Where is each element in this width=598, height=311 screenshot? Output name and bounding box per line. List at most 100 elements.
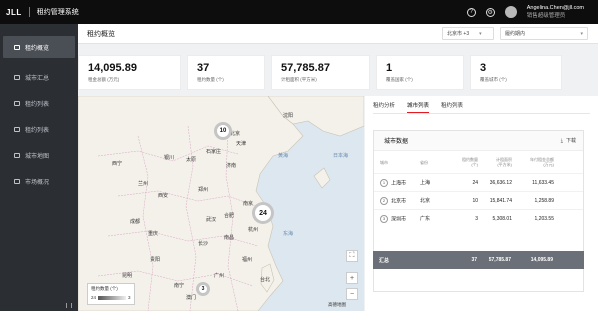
top-bar: JLL 租约管理系统 ? ⚙ Angelina.Chen@jll.com 销售超… bbox=[0, 0, 598, 24]
cell-rent: 1,203.55 bbox=[534, 215, 554, 222]
map-cluster-marker[interactable]: 24 bbox=[252, 202, 274, 224]
map-cluster-marker[interactable]: 10 bbox=[214, 122, 232, 140]
map-label: 重庆 bbox=[148, 231, 159, 237]
map-label: 郑州 bbox=[198, 187, 209, 193]
period-filter-select[interactable]: 履约期内 ▾ bbox=[500, 27, 588, 40]
table-total-row: 汇总 37 57,785.87 14,095.89 bbox=[373, 251, 584, 269]
kpi-card-area: 57,785.87 计租面积 (平方米) bbox=[271, 55, 370, 90]
map-label: 济南 bbox=[226, 163, 237, 169]
gear-icon[interactable]: ⚙ bbox=[485, 7, 495, 17]
city-filter-select[interactable]: 北京市 +3 ▾ bbox=[442, 27, 494, 40]
chevron-down-icon: ▾ bbox=[580, 30, 583, 37]
legend-min: 3 bbox=[128, 295, 131, 300]
map-label: 杭州 bbox=[248, 227, 259, 233]
cell-city: 深圳市 bbox=[391, 216, 407, 222]
legend-title: 租约数量 (个) bbox=[91, 286, 118, 291]
sidebar-item-overview[interactable]: 租约概览 bbox=[3, 36, 75, 58]
map-label: 西宁 bbox=[112, 161, 123, 167]
kpi-value: 57,785.87 bbox=[281, 62, 330, 74]
tab-lease-analysis[interactable]: 租约分析 bbox=[373, 101, 395, 113]
sidebar-item-city-map[interactable]: 城市地图 bbox=[0, 144, 78, 166]
avatar[interactable] bbox=[504, 6, 517, 18]
system-title: 租约管理系统 bbox=[36, 9, 79, 16]
map-label: 长沙 bbox=[198, 241, 209, 247]
legend-max: 24 bbox=[91, 295, 97, 300]
sidebar-item-label: 市场概况 bbox=[25, 179, 50, 186]
collapse-sidebar-icon[interactable] bbox=[66, 303, 72, 308]
zoom-in-button[interactable]: + bbox=[346, 272, 358, 284]
map-cluster-count: 24 bbox=[259, 209, 267, 217]
tab-lease-list[interactable]: 租约列表 bbox=[441, 101, 463, 113]
kpi-label: 租约数量 (个) bbox=[197, 77, 224, 82]
cell-area: 15,841.74 bbox=[489, 197, 512, 204]
sidebar-item-lease-list[interactable]: 租约列表 bbox=[0, 92, 78, 114]
sidebar-item-label: 城市汇总 bbox=[25, 75, 50, 82]
kpi-label: 覆盖城市 (个) bbox=[480, 77, 507, 82]
kpi-cards: 14,095.89 租金总额 (万元) 37 租约数量 (个) 57,785.8… bbox=[78, 55, 598, 90]
sidebar-item-label: 租约概览 bbox=[25, 45, 50, 52]
table-row[interactable]: 3 深圳市 广东 3 5,308.01 1,203.55 bbox=[374, 209, 583, 227]
total-area: 57,785.87 bbox=[488, 257, 511, 263]
main-content: 租约概览 北京市 +3 ▾ 履约期内 ▾ 14,095.89 租金总额 (万元)… bbox=[78, 24, 598, 311]
sidebar: 租约概览 城市汇总 租约列表 租约列表 城市地图 市场概况 bbox=[0, 24, 78, 311]
kpi-value: 3 bbox=[480, 62, 487, 74]
kpi-value: 14,095.89 bbox=[88, 62, 137, 74]
column-header[interactable]: 租约数量 (个) bbox=[454, 157, 478, 167]
map-label: 黄海 bbox=[278, 153, 289, 159]
cell-province: 北京 bbox=[420, 198, 431, 204]
city-filter-count: +3 bbox=[463, 31, 470, 37]
analysis-panel: 租约分析 城市列表 租约列表 城市数据 ⤓ 下载 城市 省份 租约数量 (个) 计… bbox=[365, 96, 598, 311]
total-count: 37 bbox=[471, 257, 477, 263]
map-label: 昆明 bbox=[122, 273, 133, 279]
tab-city-list[interactable]: 城市列表 bbox=[407, 101, 430, 113]
cell-rent: 11,633.45 bbox=[532, 179, 554, 186]
market-icon bbox=[14, 178, 20, 184]
map-cluster-count: 3 bbox=[201, 286, 205, 292]
fullscreen-button[interactable]: ⛶ bbox=[346, 250, 358, 262]
map-label: 南昌 bbox=[224, 235, 235, 241]
sidebar-item-market[interactable]: 市场概况 bbox=[0, 170, 78, 192]
map-brand: 高德地图 bbox=[328, 302, 346, 307]
download-icon: ⤓ bbox=[560, 137, 563, 144]
kpi-card-cities: 3 覆盖城市 (个) bbox=[470, 55, 562, 90]
sidebar-item-city-summary[interactable]: 城市汇总 bbox=[0, 66, 78, 88]
map-cluster-count: 10 bbox=[219, 128, 227, 134]
cell-city: 上海市 bbox=[391, 180, 407, 186]
sidebar-item-label: 租约列表 bbox=[25, 101, 50, 108]
rank-badge: 3 bbox=[380, 214, 388, 223]
cell-city: 北京市 bbox=[391, 198, 407, 204]
chevron-down-icon: ▾ bbox=[479, 30, 482, 37]
logo-text: JLL bbox=[6, 7, 22, 17]
download-label: 下载 bbox=[565, 138, 576, 144]
map-label: 银川 bbox=[164, 155, 175, 161]
overview-icon bbox=[14, 44, 20, 50]
help-icon[interactable]: ? bbox=[466, 7, 476, 17]
map-label: 南京 bbox=[243, 201, 254, 207]
page-title: 租约概览 bbox=[87, 30, 115, 38]
map-label: 太原 bbox=[186, 157, 197, 163]
table-header: 城市 省份 租约数量 (个) 计租面积 (平方米) 年付租金总额 (万元) bbox=[374, 151, 583, 173]
city-data-table: 城市数据 ⤓ 下载 城市 省份 租约数量 (个) 计租面积 (平方米) 年付租金总额… bbox=[373, 130, 584, 292]
table-row[interactable]: 2 北京市 北京 10 15,841.74 1,258.89 bbox=[374, 191, 583, 209]
divider bbox=[28, 7, 30, 17]
map-label: 兰州 bbox=[138, 181, 149, 187]
page-header: 租约概览 北京市 +3 ▾ 履约期内 ▾ bbox=[78, 24, 598, 44]
user-menu[interactable]: Angelina.Chen@jll.com 销售超级管理员 bbox=[527, 4, 584, 20]
column-header[interactable]: 省份 bbox=[420, 160, 454, 165]
kpi-value: 1 bbox=[386, 62, 393, 74]
column-header[interactable]: 年付租金总额 (万元) bbox=[512, 157, 554, 167]
map-label: 南宁 bbox=[174, 283, 185, 289]
china-map[interactable]: 沈阳 北京 天津 石家庄 太原 济南 西宁 银川 兰州 西安 郑州 合肥 南京 … bbox=[78, 96, 364, 311]
column-header[interactable]: 城市 bbox=[380, 160, 420, 165]
map-cluster-marker[interactable]: 3 bbox=[196, 282, 210, 296]
table-row[interactable]: 1 上海市 上海 24 36,636.12 11,633.45 bbox=[374, 173, 583, 191]
sidebar-item-label: 租约列表 bbox=[25, 127, 50, 134]
logo[interactable]: JLL 租约管理系统 bbox=[6, 7, 79, 17]
kpi-value: 37 bbox=[197, 62, 210, 74]
download-button[interactable]: ⤓ 下载 bbox=[560, 137, 576, 145]
cell-rent: 1,258.89 bbox=[534, 197, 554, 204]
zoom-out-button[interactable]: − bbox=[346, 288, 358, 300]
sidebar-item-lease-list-2[interactable]: 租约列表 bbox=[0, 118, 78, 140]
cell-area: 5,308.01 bbox=[492, 215, 512, 222]
column-header[interactable]: 计租面积 (平方米) bbox=[478, 157, 512, 167]
